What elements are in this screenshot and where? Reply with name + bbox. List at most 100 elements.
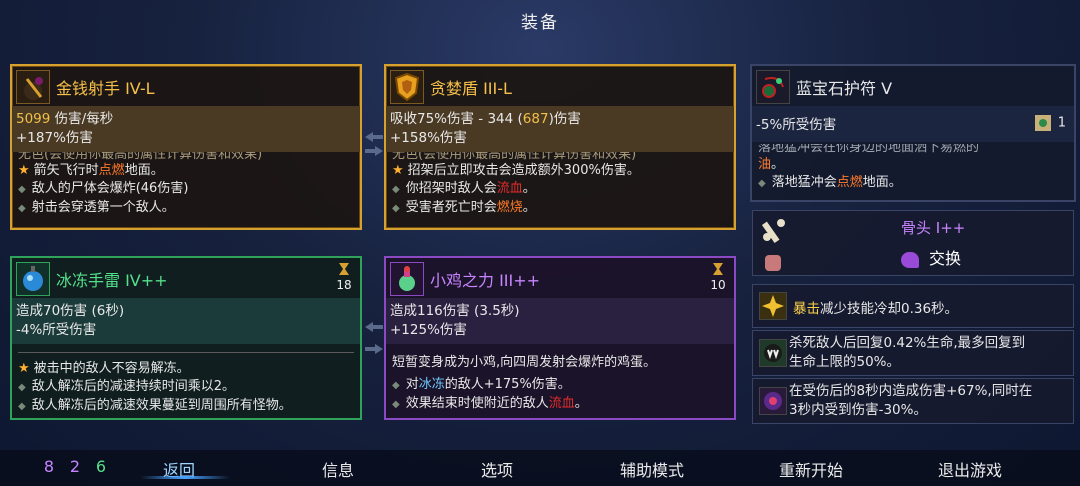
card-header: 小鸡之力 III++ 10 bbox=[386, 258, 734, 298]
skull-icon bbox=[765, 255, 781, 271]
swap-button[interactable]: 交换 bbox=[901, 245, 961, 269]
bone-icon bbox=[759, 215, 789, 245]
item-name: 贪婪盾 III-L bbox=[430, 79, 512, 98]
star-icon: ★ bbox=[18, 163, 30, 178]
survival-count: 6 bbox=[95, 457, 107, 476]
mutation-text: 杀死敌人后回复0.42%生命,最多回复到 生命上限的50%。 bbox=[789, 335, 1026, 370]
item-name: 骨头 I++ bbox=[901, 219, 966, 237]
affix-legendary: ★ 箭矢飞行时点燃地面。 bbox=[18, 163, 164, 178]
diamond-bullet-icon: ◆ bbox=[758, 178, 766, 189]
hourglass-icon bbox=[339, 263, 349, 275]
card-header: 贪婪盾 III-L bbox=[386, 66, 734, 106]
swap-glyph-icon bbox=[901, 251, 919, 268]
affix-list: 短暂变身成为小鸡,向四周发射会爆炸的鸡蛋。 ◆ 对冰冻的敌人+175%伤害。 ◆ 效… bbox=[392, 354, 728, 414]
truncated-line-tail: 油。 bbox=[758, 157, 785, 172]
stat-band: 吸收75%伤害 - 344 (687)伤害 +158%伤害 bbox=[386, 106, 734, 152]
damage-bonus: +187%伤害 bbox=[16, 130, 93, 146]
diamond-bullet-icon: ◆ bbox=[392, 184, 400, 195]
affix-item: ◆ 你招架时敌人会流血。 bbox=[392, 181, 536, 196]
ice-grenade-icon bbox=[16, 262, 50, 296]
affix-item: ◆ 效果结束时使附近的敌人流血。 bbox=[392, 396, 588, 411]
star-icon: ★ bbox=[392, 163, 404, 178]
amulet-icon bbox=[756, 70, 790, 104]
weapon-card-money-archer[interactable]: 金钱射手 IV-L 5099 伤害/每秒 +187%伤害 无色(会使用你最高的属… bbox=[10, 64, 362, 230]
hourglass-icon bbox=[713, 263, 723, 275]
stat-band: -5%所受伤害 1 bbox=[752, 106, 1074, 142]
cooldown-timer: 10 bbox=[708, 262, 728, 292]
star-icon: ★ bbox=[18, 361, 30, 376]
truncated-line: 无色(会使用你最高的属性计算伤害和效果) bbox=[392, 152, 637, 162]
skill-card-chicken-power[interactable]: 小鸡之力 III++ 10 造成116伤害 (3.5秒) +125%伤害 短暂变… bbox=[384, 256, 736, 420]
mutation-row[interactable]: 在受伤后的8秒内造成伤害+67%,同时在 3秒内受到伤害-30%。 bbox=[752, 378, 1074, 424]
affix-item: ◆ 射击会穿透第一个敌人。 bbox=[18, 200, 175, 215]
shield-card-greed[interactable]: 贪婪盾 III-L 吸收75%伤害 - 344 (687)伤害 +158%伤害 … bbox=[384, 64, 736, 230]
quit-game-button[interactable]: 退出游戏 bbox=[938, 457, 1002, 481]
page-title: 装备 bbox=[521, 13, 559, 33]
damage-taken: -5%所受伤害 bbox=[756, 117, 837, 133]
diamond-bullet-icon: ◆ bbox=[392, 203, 400, 214]
amulet-card-sapphire[interactable]: 蓝宝石护符 V -5%所受伤害 1 落地猛冲会在你身边的地面洒下易燃的 油。 ◆… bbox=[750, 64, 1076, 202]
affix-item: ◆ 敌人的尸体会爆炸(46伤害) bbox=[18, 181, 189, 196]
info-button[interactable]: 信息 bbox=[322, 457, 354, 481]
scroll-count: 1 bbox=[1032, 112, 1066, 134]
affix-legendary: ★ 被击中的敌人不容易解冻。 bbox=[18, 361, 190, 376]
affix-item: ◆ 对冰冻的敌人+175%伤害。 bbox=[392, 377, 571, 392]
diamond-bullet-icon: ◆ bbox=[18, 184, 26, 195]
affix-item: ◆ 受害者死亡时会燃烧。 bbox=[392, 200, 536, 215]
affix-item: ◆ 敌人解冻后的减速持续时间乘以2。 bbox=[18, 379, 235, 394]
divider bbox=[18, 352, 354, 353]
swap-arrow-icon bbox=[365, 344, 383, 354]
backpack-slot-bone[interactable]: 骨头 I++ 交换 bbox=[752, 210, 1074, 276]
active-indicator bbox=[140, 476, 230, 479]
options-button[interactable]: 选项 bbox=[481, 457, 513, 481]
card-header: 金钱射手 IV-L bbox=[12, 66, 360, 106]
crit-mutation-icon bbox=[759, 292, 787, 320]
bottom-bar bbox=[0, 450, 1080, 486]
stat-band: 造成70伤害 (6秒) -4%所受伤害 bbox=[12, 298, 360, 344]
dps-label: 伤害/每秒 bbox=[50, 111, 114, 127]
swap-arrow-icon bbox=[365, 132, 383, 142]
affix-list: 无色(会使用你最高的属性计算伤害和效果) ★ 招架后立即攻击会造成额外300%伤害… bbox=[392, 152, 728, 218]
item-name: 冰冻手雷 IV++ bbox=[56, 271, 168, 290]
vampire-mutation-icon bbox=[759, 339, 787, 367]
diamond-bullet-icon: ◆ bbox=[392, 399, 400, 410]
damage-bonus: +125%伤害 bbox=[390, 322, 467, 338]
diamond-bullet-icon: ◆ bbox=[18, 401, 26, 412]
assist-mode-button[interactable]: 辅助模式 bbox=[620, 457, 684, 481]
skill-card-ice-grenade[interactable]: 冰冻手雷 IV++ 18 造成70伤害 (6秒) -4%所受伤害 ★ 被击中的敌人… bbox=[10, 256, 362, 420]
truncated-line: 无色(会使用你最高的属性计算伤害和效果) bbox=[18, 152, 263, 162]
affix-list: 落地猛冲会在你身边的地面洒下易燃的 油。 ◆ 落地猛冲会点燃地面。 bbox=[758, 144, 1068, 193]
scroll-stats: 826 bbox=[36, 457, 114, 476]
item-name: 金钱射手 IV-L bbox=[56, 79, 155, 98]
stat-band: 5099 伤害/每秒 +187%伤害 bbox=[12, 106, 360, 152]
adrenaline-mutation-icon bbox=[759, 387, 787, 415]
diamond-bullet-icon: ◆ bbox=[18, 203, 26, 214]
affix-item: ◆ 敌人解冻后的减速效果蔓延到周围所有怪物。 bbox=[18, 398, 292, 413]
diamond-bullet-icon: ◆ bbox=[18, 382, 26, 393]
mutation-row[interactable]: 暴击减少技能冷却0.36秒。 bbox=[752, 284, 1074, 328]
brutality-count: 8 bbox=[43, 457, 55, 476]
restart-button[interactable]: 重新开始 bbox=[779, 457, 843, 481]
tactics-count: 2 bbox=[69, 457, 81, 476]
shield-icon bbox=[390, 70, 424, 104]
item-name: 蓝宝石护符 V bbox=[796, 79, 893, 98]
truncated-line: 落地猛冲会在你身边的地面洒下易燃的 bbox=[758, 144, 980, 155]
damage-stat: 造成116伤害 (3.5秒) bbox=[390, 303, 520, 319]
diamond-bullet-icon: ◆ bbox=[392, 380, 400, 391]
affix-item: ◆ 落地猛冲会点燃地面。 bbox=[758, 175, 902, 190]
stat-band: 造成116伤害 (3.5秒) +125%伤害 bbox=[386, 298, 734, 344]
card-header: 冰冻手雷 IV++ 18 bbox=[12, 258, 360, 298]
swap-arrow-icon bbox=[365, 146, 383, 156]
mutation-row[interactable]: 杀死敌人后回复0.42%生命,最多回复到 生命上限的50%。 bbox=[752, 330, 1074, 376]
scroll-icon bbox=[1034, 115, 1051, 131]
item-name: 小鸡之力 III++ bbox=[430, 271, 541, 290]
damage-stat: 造成70伤害 (6秒) bbox=[16, 303, 125, 319]
bow-icon bbox=[16, 70, 50, 104]
mutation-text: 暴击减少技能冷却0.36秒。 bbox=[793, 301, 959, 317]
dps-value: 5099 bbox=[16, 111, 51, 127]
mutation-text: 在受伤后的8秒内造成伤害+67%,同时在 3秒内受到伤害-30%。 bbox=[789, 383, 1033, 418]
skill-description: 短暂变身成为小鸡,向四周发射会爆炸的鸡蛋。 bbox=[392, 355, 657, 370]
affix-legendary: ★ 招架后立即攻击会造成额外300%伤害。 bbox=[392, 163, 640, 178]
cooldown-timer: 18 bbox=[334, 262, 354, 292]
swap-arrow-icon bbox=[365, 322, 383, 332]
